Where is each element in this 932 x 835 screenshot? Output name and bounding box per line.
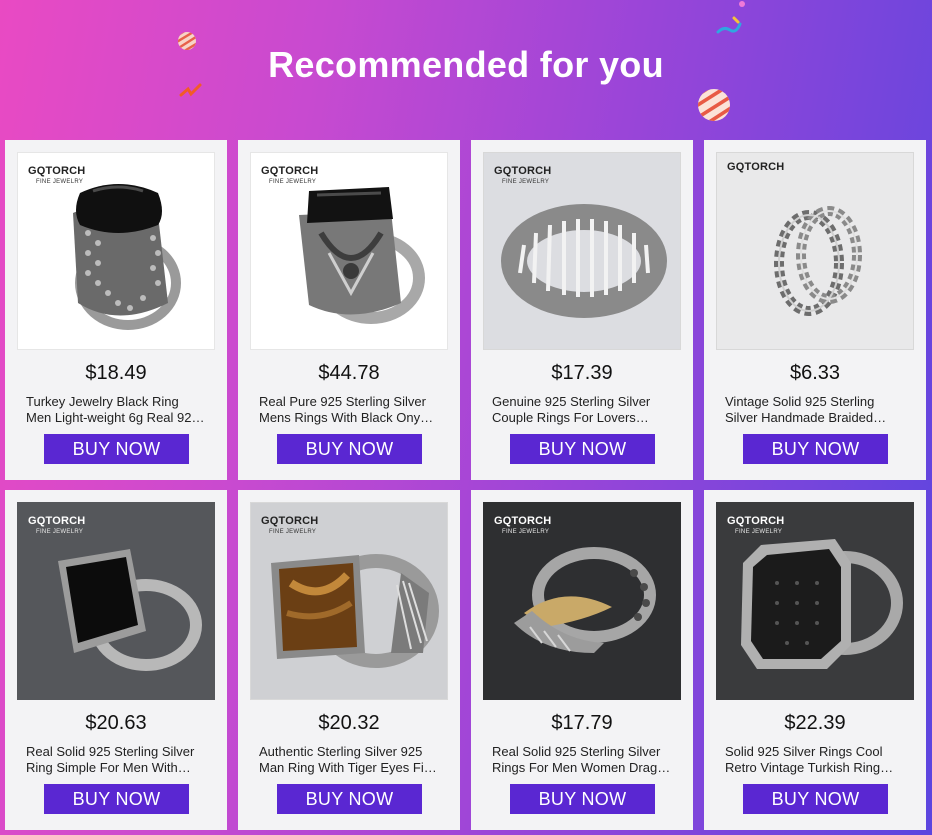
product-title-line: Men Light-weight 6g Real 92…: [26, 409, 205, 425]
product-image[interactable]: GQTORCH FINE JEWELRY: [716, 502, 914, 700]
buy-now-button[interactable]: BUY NOW: [277, 784, 422, 814]
product-title-line: Couple Rings For Lovers…: [492, 409, 649, 425]
product-title-line: Turkey Jewelry Black Ring: [26, 394, 179, 409]
product-image[interactable]: GQTORCH: [716, 152, 914, 350]
product-image[interactable]: GQTORCH FINE JEWELRY: [483, 152, 681, 350]
brand-logo: GQTORCH: [28, 165, 86, 177]
product-title-line: Real Pure 925 Sterling Silver: [259, 394, 426, 409]
product-price: $17.39: [551, 362, 613, 384]
product-title[interactable]: Real Pure 925 Sterling Silver Mens Rings…: [259, 394, 441, 425]
striped-ball-icon: [698, 89, 730, 121]
product-title-line: Solid 925 Silver Rings Cool: [725, 744, 883, 759]
product-card[interactable]: GQTORCH FINE JEWELRY $44.78 Real Pure 92…: [238, 140, 460, 480]
buy-now-button[interactable]: BUY NOW: [743, 784, 888, 814]
brand-tagline: FINE JEWELRY: [269, 529, 317, 535]
brand-logo: GQTORCH: [727, 515, 785, 527]
product-title[interactable]: Vintage Solid 925 Sterling Silver Handma…: [725, 394, 907, 425]
brand-tagline: FINE JEWELRY: [502, 179, 550, 185]
product-image[interactable]: GQTORCH FINE JEWELRY: [250, 502, 448, 700]
brand-tagline: FINE JEWELRY: [735, 529, 783, 535]
product-image[interactable]: GQTORCH FINE JEWELRY: [17, 502, 215, 700]
product-image[interactable]: GQTORCH FINE JEWELRY: [17, 152, 215, 350]
product-title[interactable]: Turkey Jewelry Black Ring Men Light-weig…: [26, 394, 208, 425]
product-card[interactable]: GQTORCH FINE JEWELRY $20.63 Real Solid 9…: [5, 490, 227, 830]
product-title-line: Rings For Men Women Drag…: [492, 759, 671, 775]
product-price: $17.79: [551, 712, 613, 734]
brand-tagline: FINE JEWELRY: [502, 529, 550, 535]
product-card[interactable]: GQTORCH FINE JEWELRY $17.79 Real Solid 9…: [471, 490, 693, 830]
product-title[interactable]: Genuine 925 Sterling Silver Couple Rings…: [492, 394, 674, 425]
buy-now-button[interactable]: BUY NOW: [44, 784, 189, 814]
buy-now-button[interactable]: BUY NOW: [510, 784, 655, 814]
product-title-line: Man Ring With Tiger Eyes Fi…: [259, 759, 437, 775]
product-title[interactable]: Real Solid 925 Sterling Silver Rings For…: [492, 744, 674, 775]
product-card[interactable]: GQTORCH $6.33 Vintage Solid 925 Sterling…: [704, 140, 926, 480]
product-title-line: Real Solid 925 Sterling Silver: [26, 744, 195, 759]
product-title-line: Ring Simple For Men With…: [26, 759, 191, 775]
product-price: $44.78: [318, 362, 380, 384]
product-price: $18.49: [85, 362, 147, 384]
brand-logo: GQTORCH: [28, 515, 86, 527]
product-title[interactable]: Authentic Sterling Silver 925 Man Ring W…: [259, 744, 441, 775]
confetti-ribbon-icon: [716, 1, 745, 34]
product-title[interactable]: Real Solid 925 Sterling Silver Ring Simp…: [26, 744, 208, 775]
brand-logo: GQTORCH: [727, 161, 785, 173]
ring-image: [774, 206, 862, 316]
product-price: $6.33: [789, 362, 841, 384]
brand-logo: GQTORCH: [261, 515, 319, 527]
product-title[interactable]: Solid 925 Silver Rings Cool Retro Vintag…: [725, 744, 907, 775]
product-price: $22.39: [784, 712, 846, 734]
product-card[interactable]: GQTORCH FINE JEWELRY $18.49 Turkey Jewel…: [5, 140, 227, 480]
buy-now-button[interactable]: BUY NOW: [44, 434, 189, 464]
product-card[interactable]: GQTORCH FINE JEWELRY $17.39 Genuine 925 …: [471, 140, 693, 480]
brand-tagline: FINE JEWELRY: [36, 529, 84, 535]
product-title-line: Mens Rings With Black Ony…: [259, 409, 434, 425]
product-image[interactable]: GQTORCH FINE JEWELRY: [483, 502, 681, 700]
buy-now-button[interactable]: BUY NOW: [510, 434, 655, 464]
product-title-line: Authentic Sterling Silver 925: [259, 744, 423, 759]
product-image[interactable]: GQTORCH FINE JEWELRY: [250, 152, 448, 350]
header-banner: Recommended for you: [0, 0, 932, 135]
product-grid: GQTORCH FINE JEWELRY $18.49 Turkey Jewel…: [5, 140, 927, 832]
page-title: Recommended for you: [268, 44, 664, 85]
brand-logo: GQTORCH: [494, 515, 552, 527]
brand-logo: GQTORCH: [494, 165, 552, 177]
brand-tagline: FINE JEWELRY: [269, 179, 317, 185]
product-title-line: Vintage Solid 925 Sterling: [725, 394, 875, 409]
product-title-line: Genuine 925 Sterling Silver: [492, 394, 651, 409]
product-title-line: Retro Vintage Turkish Ring…: [725, 759, 894, 775]
brand-tagline: FINE JEWELRY: [36, 179, 84, 185]
buy-now-button[interactable]: BUY NOW: [277, 434, 422, 464]
brand-logo: GQTORCH: [261, 165, 319, 177]
product-title-line: Silver Handmade Braided…: [725, 409, 887, 425]
product-title-line: Real Solid 925 Sterling Silver: [492, 744, 661, 759]
product-card[interactable]: GQTORCH FINE JEWELRY $20.32 Authentic St…: [238, 490, 460, 830]
buy-now-button[interactable]: BUY NOW: [743, 434, 888, 464]
product-price: $20.63: [85, 712, 147, 734]
product-price: $20.32: [318, 712, 380, 734]
product-card[interactable]: GQTORCH FINE JEWELRY $22.39 Solid 925 Si…: [704, 490, 926, 830]
